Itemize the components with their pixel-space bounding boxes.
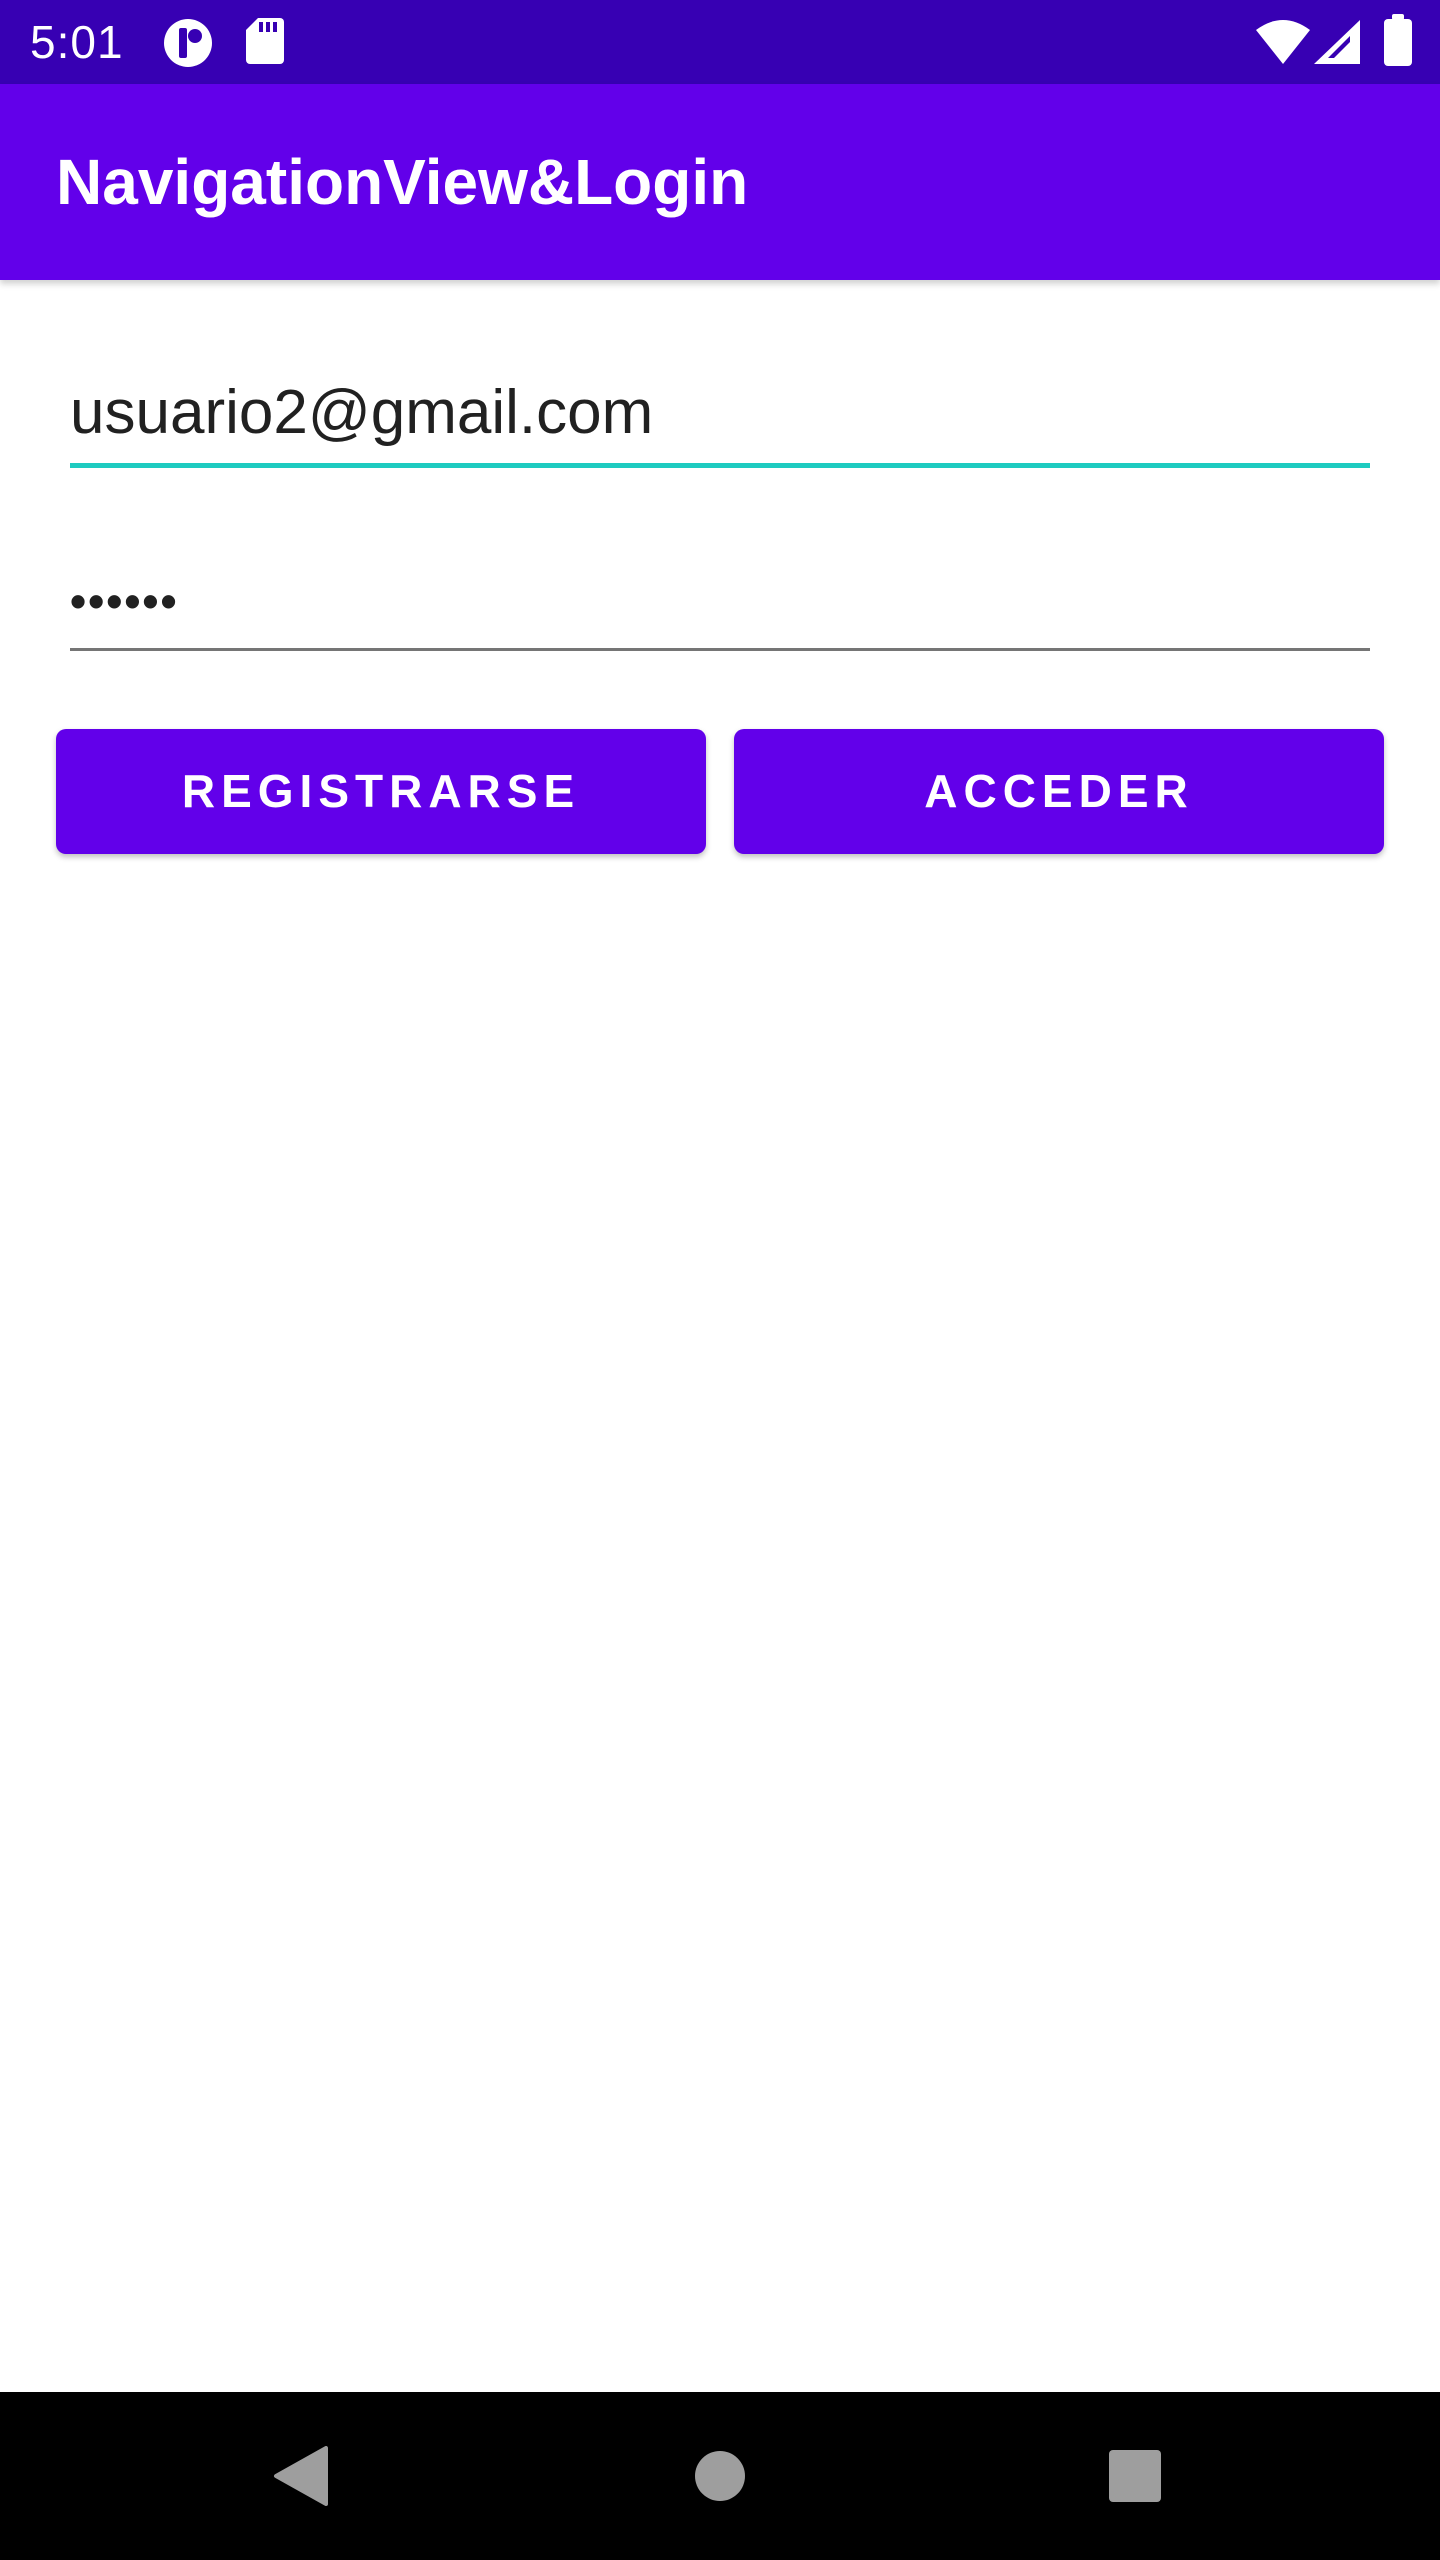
home-button[interactable]: [650, 2392, 790, 2560]
password-value: ••••••: [70, 575, 179, 627]
login-button[interactable]: ACCEDER: [734, 729, 1384, 854]
app-bar: NavigationView&Login: [0, 84, 1440, 280]
password-underline: [70, 648, 1370, 651]
app-notification-icon: [164, 19, 212, 67]
sd-card-icon: [246, 18, 284, 64]
register-button[interactable]: REGISTRARSE: [56, 729, 706, 854]
back-button[interactable]: [230, 2392, 370, 2560]
app-title: NavigationView&Login: [56, 146, 749, 218]
email-field[interactable]: usuario2@gmail.com: [70, 370, 1370, 470]
password-field[interactable]: ••••••: [70, 556, 1370, 656]
status-time: 5:01: [30, 16, 124, 68]
system-navigation-bar: [0, 2392, 1440, 2560]
email-underline: [70, 463, 1370, 468]
email-value: usuario2@gmail.com: [70, 378, 654, 447]
cell-signal-icon: [1314, 20, 1360, 64]
wifi-icon: [1256, 20, 1310, 64]
home-icon: [695, 2451, 745, 2501]
recents-button[interactable]: [1065, 2392, 1205, 2560]
status-bar: 5:01: [0, 0, 1440, 84]
battery-icon: [1384, 14, 1412, 66]
recents-icon: [1109, 2450, 1161, 2502]
back-icon: [274, 2446, 328, 2506]
